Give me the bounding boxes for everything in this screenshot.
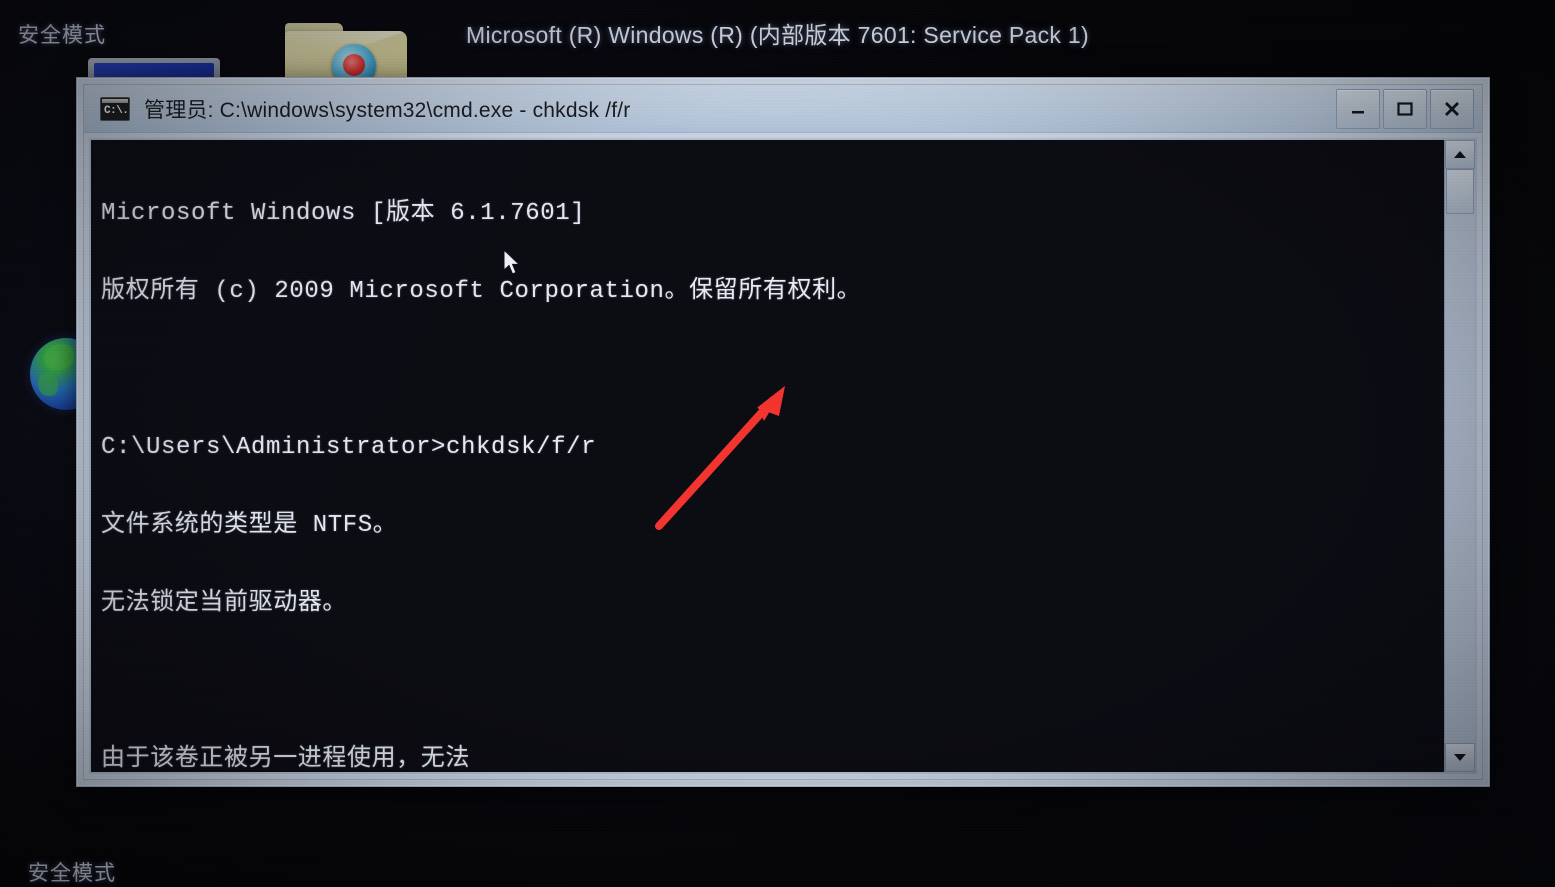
safe-mode-label-bottom-left: 安全模式: [28, 862, 116, 885]
cmd-icon-glyph: C:\.: [104, 104, 129, 117]
console-line: 文件系统的类型是 NTFS。: [101, 512, 398, 539]
console-output-area[interactable]: Microsoft Windows [版本 6.1.7601] 版权所有 (c)…: [89, 138, 1477, 774]
console-text: Microsoft Windows [版本 6.1.7601] 版权所有 (c)…: [91, 140, 1444, 773]
console-line: C:\Users\Administrator>chkdsk/f/r: [101, 434, 597, 461]
chevron-up-icon: [1454, 151, 1466, 158]
maximize-button[interactable]: [1383, 88, 1427, 129]
close-button[interactable]: [1430, 88, 1474, 129]
console-scrollbar[interactable]: [1444, 140, 1475, 772]
scrollbar-down-button[interactable]: [1445, 743, 1475, 772]
chevron-down-icon: [1454, 754, 1466, 761]
screen-root: 安全模式 Microsoft (R) Windows (R) (内部版本 760…: [0, 0, 1555, 887]
close-icon: [1445, 101, 1459, 116]
cmd-window-frame: C:\. 管理员: C:\windows\system32\cmd.exe - …: [83, 84, 1483, 780]
console-line: 无法锁定当前驱动器。: [101, 590, 347, 617]
console-line: 由于该卷正被另一进程使用，无法: [101, 746, 470, 773]
window-title: 管理员: C:\windows\system32\cmd.exe - chkds…: [144, 98, 631, 122]
scrollbar-thumb[interactable]: [1446, 169, 1474, 214]
cmd-window[interactable]: C:\. 管理员: C:\windows\system32\cmd.exe - …: [76, 77, 1490, 787]
scrollbar-up-button[interactable]: [1445, 140, 1475, 169]
console-line: Microsoft Windows [版本 6.1.7601]: [101, 200, 586, 227]
minimize-icon: [1352, 110, 1364, 113]
cmd-exe-icon: C:\.: [100, 96, 130, 121]
windows-build-label: Microsoft (R) Windows (R) (内部版本 7601: Se…: [466, 22, 1089, 48]
title-bar[interactable]: C:\. 管理员: C:\windows\system32\cmd.exe - …: [84, 85, 1482, 133]
minimize-button[interactable]: [1336, 88, 1380, 129]
window-controls: [1336, 88, 1474, 129]
scrollbar-track[interactable]: [1445, 169, 1475, 743]
console-line: 版权所有 (c) 2009 Microsoft Corporation。保留所有…: [101, 278, 862, 305]
maximize-icon: [1397, 101, 1413, 116]
